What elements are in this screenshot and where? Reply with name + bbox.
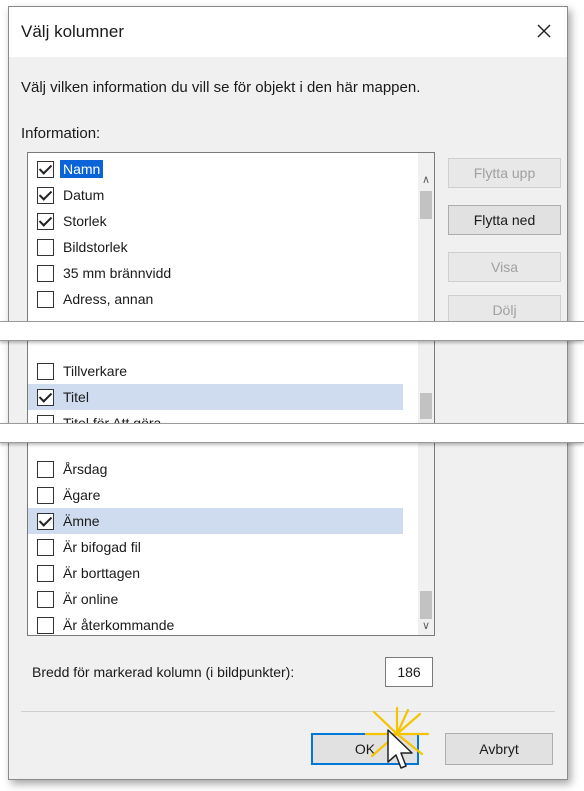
column-list-item[interactable]: Adress, annan: [28, 286, 403, 312]
scroll-up-icon[interactable]: ∧: [418, 171, 434, 189]
separator: [21, 711, 555, 712]
column-label: Är bifogad fil: [63, 539, 141, 555]
move-down-button[interactable]: Flytta ned: [448, 205, 561, 235]
dialog-description: Välj vilken information du vill se för o…: [21, 79, 421, 96]
column-checkbox[interactable]: [37, 564, 54, 582]
column-width-label: Bredd för markerad kolumn (i bildpunkter…: [32, 664, 295, 680]
column-label: Ämne: [63, 513, 100, 529]
move-up-button[interactable]: Flytta upp: [448, 158, 561, 188]
column-list-item[interactable]: Är återkommande: [28, 612, 403, 635]
column-label: Ägare: [63, 487, 101, 503]
column-label: Är återkommande: [63, 617, 175, 633]
column-list-item[interactable]: Är online: [28, 586, 403, 612]
close-button[interactable]: [527, 15, 561, 47]
column-checkbox[interactable]: [37, 186, 54, 204]
column-list-item[interactable]: 35 mm brännvidd: [28, 260, 403, 286]
column-label: Är borttagen: [63, 565, 141, 581]
list-scrollbar[interactable]: ∧ ∨: [418, 153, 434, 635]
column-checkbox[interactable]: [37, 460, 54, 478]
torn-edge-divider: [0, 423, 584, 443]
column-label: Tillverkare: [63, 363, 128, 379]
column-list-item[interactable]: Årsdag: [28, 456, 403, 482]
column-label: Är online: [63, 591, 119, 607]
column-list-item[interactable]: Titel: [28, 384, 403, 410]
column-label: Titel: [63, 389, 89, 405]
close-icon: [537, 24, 551, 38]
column-checkbox[interactable]: [37, 616, 54, 634]
dialog-title: Välj kolumner: [21, 22, 124, 41]
scrollbar-thumb-mid: [420, 393, 432, 419]
scrollbar-thumb[interactable]: [420, 191, 432, 219]
column-label: Bildstorlek: [63, 239, 128, 255]
column-label: Storlek: [63, 213, 107, 229]
choose-columns-dialog: Välj kolumner Välj vilken information du…: [8, 6, 568, 780]
column-list-item[interactable]: Tillverkare: [28, 358, 403, 384]
scrollbar-thumb-bottom: [420, 591, 432, 619]
column-checkbox[interactable]: [37, 362, 54, 380]
column-checkbox[interactable]: [37, 590, 54, 608]
columns-list-segment-bottom: Årsdag Ägare Ämne Är bifogad fil Är borttage…: [28, 453, 418, 635]
column-list-item[interactable]: Bildstorlek: [28, 234, 403, 260]
show-button[interactable]: Visa: [448, 252, 561, 282]
torn-edge-divider: [0, 321, 584, 341]
column-list-item[interactable]: Ämne: [28, 508, 403, 534]
column-checkbox[interactable]: [37, 538, 54, 556]
columns-list-segment-top: Namn Datum Storlek Bildstorlek 35 mm brännvi…: [28, 153, 418, 337]
column-list-item[interactable]: Är bifogad fil: [28, 534, 403, 560]
column-width-input[interactable]: 186: [385, 657, 433, 687]
column-label: Årsdag: [63, 461, 108, 477]
column-checkbox[interactable]: [37, 388, 54, 406]
column-checkbox[interactable]: [37, 486, 54, 504]
columns-list[interactable]: Namn Datum Storlek Bildstorlek 35 mm brännvi…: [27, 152, 435, 636]
column-checkbox[interactable]: [37, 238, 54, 256]
column-label: Datum: [63, 187, 105, 203]
column-checkbox[interactable]: [37, 290, 54, 308]
column-label: 35 mm brännvidd: [63, 265, 172, 281]
column-list-item[interactable]: Datum: [28, 182, 403, 208]
column-list-item[interactable]: Namn: [28, 156, 403, 182]
information-label: Information:: [21, 125, 101, 142]
column-label: Adress, annan: [63, 291, 154, 307]
scroll-down-icon[interactable]: ∨: [418, 617, 434, 635]
column-checkbox[interactable]: [37, 264, 54, 282]
cancel-button[interactable]: Avbryt: [445, 733, 553, 765]
column-checkbox[interactable]: [37, 212, 54, 230]
title-bar: Välj kolumner: [9, 7, 567, 57]
column-label: Namn: [60, 160, 104, 178]
mouse-pointer-icon: [387, 729, 413, 769]
column-list-item[interactable]: Är borttagen: [28, 560, 403, 586]
column-checkbox[interactable]: [37, 512, 54, 530]
column-list-item[interactable]: Ägare: [28, 482, 403, 508]
column-checkbox[interactable]: [37, 160, 54, 178]
column-list-item[interactable]: Storlek: [28, 208, 403, 234]
